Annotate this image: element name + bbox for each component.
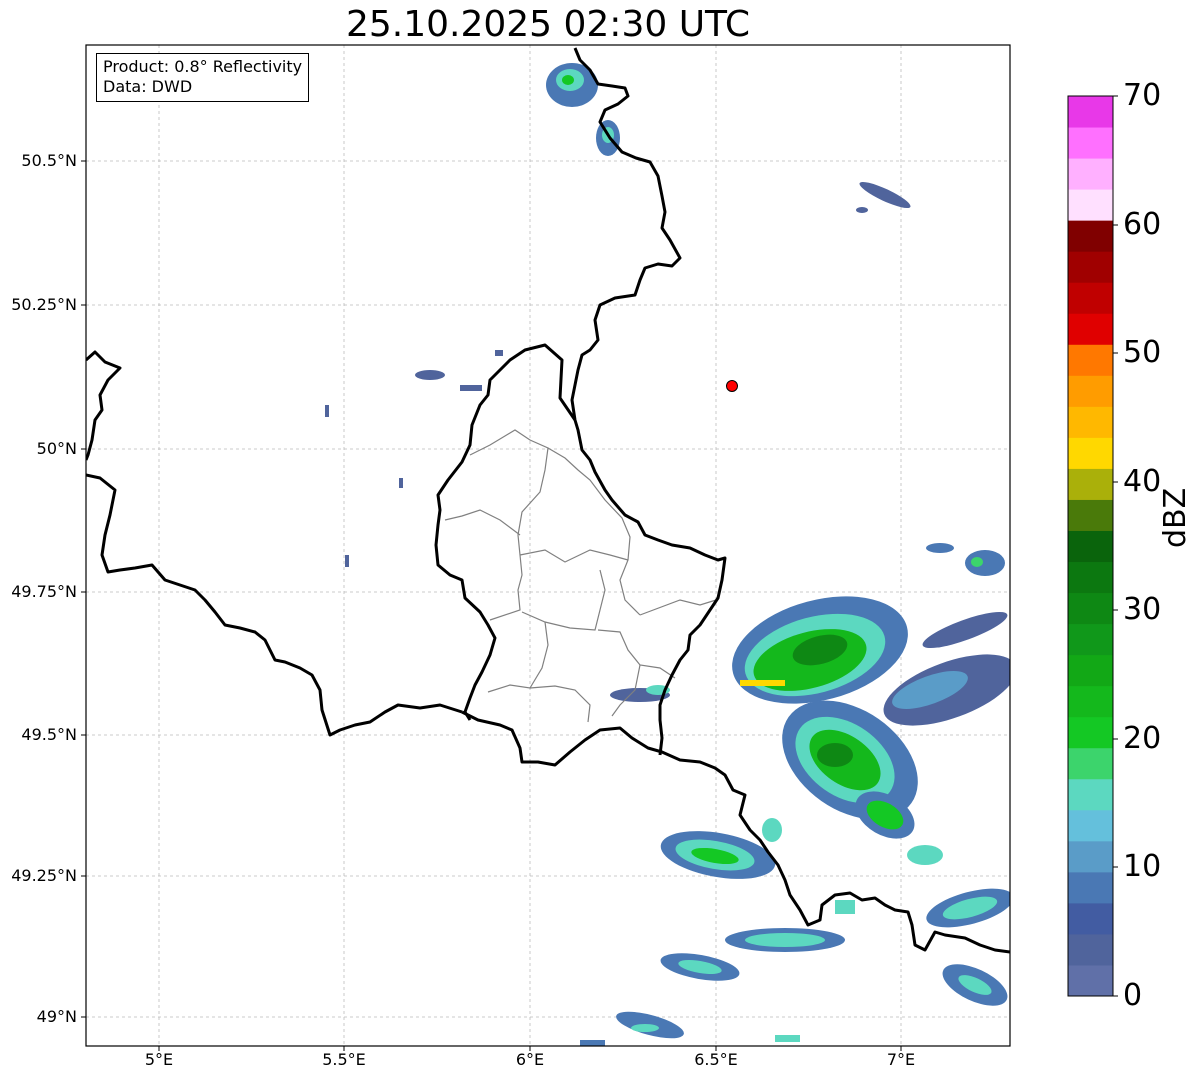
colorbar-segment: [1068, 964, 1113, 997]
colorbar-segment: [1068, 437, 1113, 469]
lat-tick-label: 49.75°N: [11, 582, 77, 601]
colorbar-segment: [1068, 251, 1113, 283]
colorbar-segment: [1068, 809, 1113, 842]
colorbar-segment: [1068, 902, 1113, 935]
colorbar-segment: [1068, 933, 1113, 966]
colorbar-segment: [1068, 871, 1113, 904]
colorbar-segment: [1068, 375, 1113, 407]
lat-tick-label: 50.5°N: [21, 151, 77, 170]
colorbar-tick-label: 20: [1123, 721, 1162, 756]
lon-tick-label: 6.5°E: [694, 1050, 738, 1069]
lat-tick-label: 49°N: [36, 1007, 77, 1026]
map-title: 25.10.2025 02:30 UTC: [345, 4, 751, 45]
colorbar-segment: [1068, 840, 1113, 873]
colorbar-segment: [1068, 96, 1113, 128]
lat-tick-label: 49.5°N: [21, 725, 77, 744]
colorbar-segment: [1068, 127, 1113, 159]
colorbar-segment: [1068, 561, 1113, 594]
info-box: Product: 0.8° Reflectivity Data: DWD: [96, 53, 310, 102]
lon-tick-label: 7°E: [886, 1050, 916, 1069]
colorbar-segment: [1068, 220, 1113, 252]
colorbar-segment: [1068, 282, 1113, 314]
colorbar-segment: [1068, 530, 1113, 563]
product-text: Product: 0.8° Reflectivity: [103, 57, 303, 76]
colorbar-tick-label: 10: [1123, 849, 1162, 884]
colorbar-segment: [1068, 406, 1113, 438]
colorbar-tick-label: 30: [1123, 592, 1162, 627]
colorbar-segment: [1068, 344, 1113, 376]
colorbar-unit-label: dBZ: [1158, 487, 1193, 548]
colorbar-segment: [1068, 499, 1113, 531]
colorbar-segment: [1068, 313, 1113, 345]
lon-tick-label: 6°E: [515, 1050, 545, 1069]
colorbar-tick-label: 40: [1123, 464, 1162, 499]
map-background: [86, 45, 1010, 1046]
lon-tick-label: 5°E: [144, 1050, 174, 1069]
map-figure: [81, 44, 1118, 1051]
colorbar-segment: [1068, 778, 1113, 811]
colorbar-segment: [1068, 623, 1113, 656]
colorbar-segment: [1068, 685, 1113, 718]
colorbar-tick-label: 50: [1123, 335, 1162, 370]
colorbar-tick-label: 0: [1123, 978, 1143, 1013]
colorbar-segment: [1068, 654, 1113, 687]
colorbar-segment: [1068, 468, 1113, 500]
colorbar-ticks: [1113, 95, 1118, 997]
lon-tick-label: 5.5°E: [322, 1050, 366, 1069]
colorbar-segment: [1068, 189, 1113, 221]
colorbar-tick-label: 60: [1123, 207, 1162, 242]
radar-site-marker: [726, 380, 738, 392]
colorbar-segment: [1068, 716, 1113, 749]
colorbar-segment: [1068, 158, 1113, 190]
lat-tick-label: 50.25°N: [11, 295, 77, 314]
lat-tick-label: 49.25°N: [11, 866, 77, 885]
colorbar-segment: [1068, 592, 1113, 625]
data-source-text: Data: DWD: [103, 77, 193, 96]
colorbar-tick-label: 70: [1123, 78, 1162, 113]
colorbar-segment: [1068, 747, 1113, 780]
colorbar: [1067, 95, 1114, 997]
lat-tick-label: 50°N: [36, 439, 77, 458]
